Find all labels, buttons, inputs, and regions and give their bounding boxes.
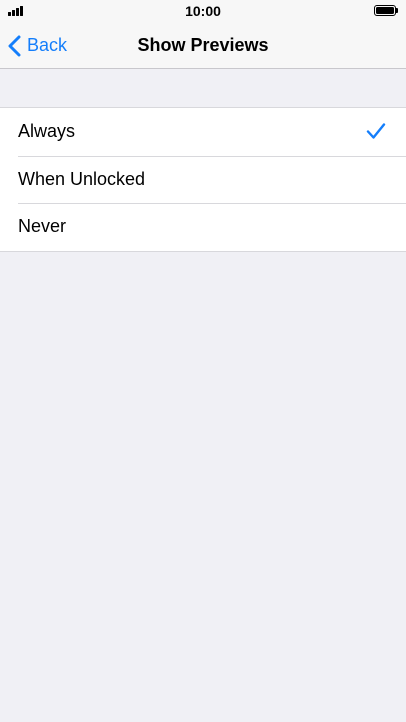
navigation-bar: Back Show Previews bbox=[0, 22, 406, 69]
option-label: When Unlocked bbox=[18, 168, 146, 189]
option-always[interactable]: Always bbox=[0, 108, 406, 156]
status-bar: 10:00 bbox=[0, 0, 406, 22]
chevron-left-icon bbox=[8, 35, 21, 56]
option-never[interactable]: Never bbox=[0, 203, 406, 251]
battery-icon bbox=[374, 5, 398, 16]
option-when-unlocked[interactable]: When Unlocked bbox=[0, 155, 406, 204]
back-button[interactable]: Back bbox=[8, 22, 67, 69]
preview-options-list: Always When Unlocked Never bbox=[0, 107, 406, 252]
option-label: Never bbox=[18, 216, 67, 237]
checkmark-icon bbox=[366, 123, 386, 139]
option-label: Always bbox=[18, 121, 76, 142]
status-time: 10:00 bbox=[185, 3, 221, 19]
back-label: Back bbox=[27, 35, 68, 55]
